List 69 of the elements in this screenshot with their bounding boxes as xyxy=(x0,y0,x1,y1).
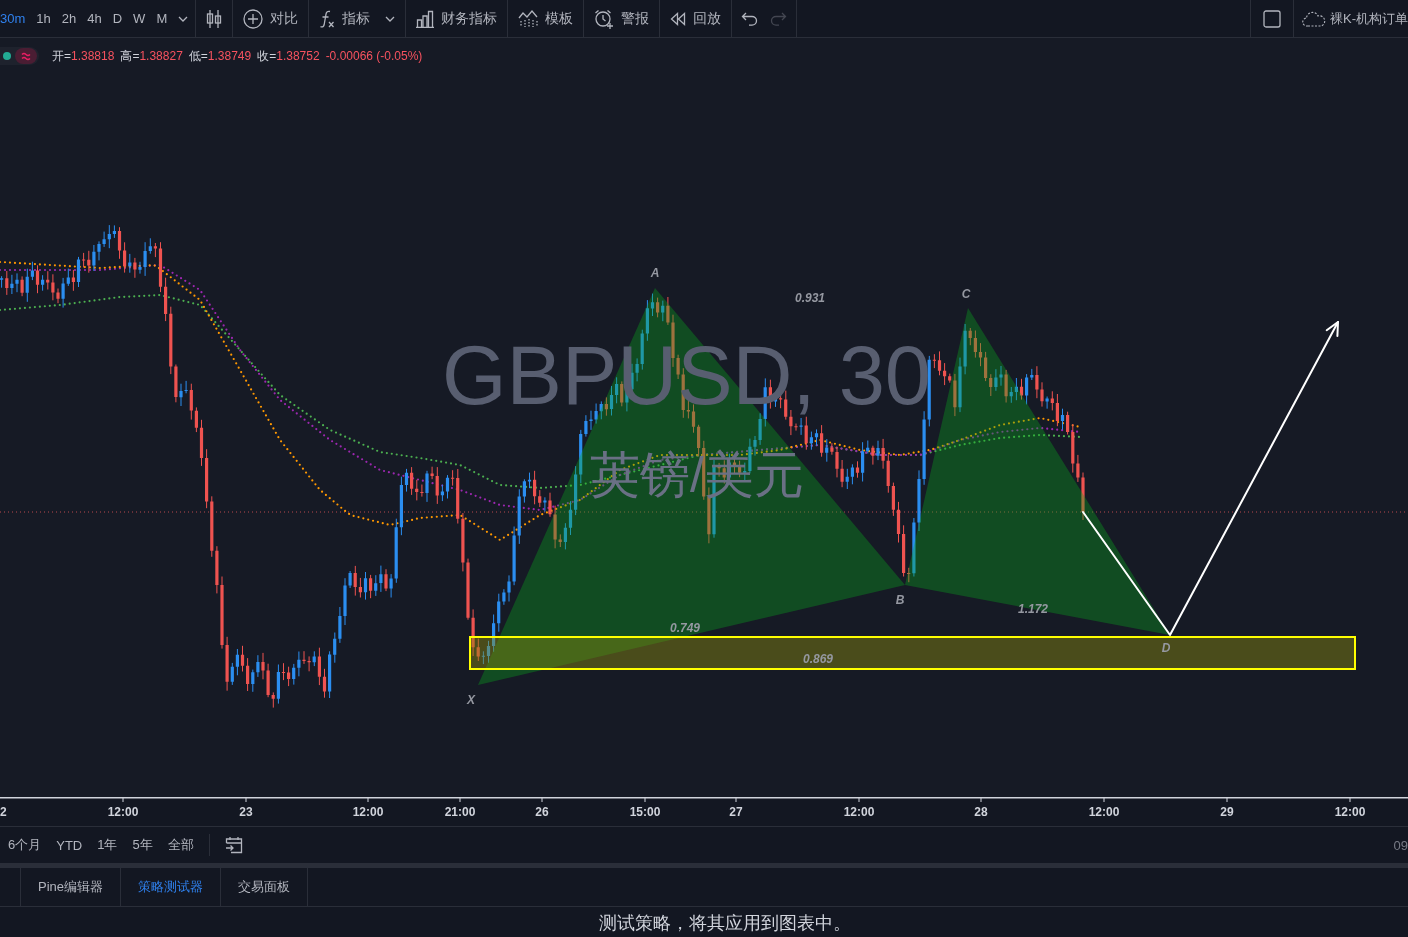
alert-button[interactable]: 警报 xyxy=(584,0,660,37)
legend-value: 1.38749 xyxy=(207,48,252,63)
legend-badge[interactable] xyxy=(0,47,39,65)
legend-label: 收= xyxy=(257,48,277,63)
indicators-button[interactable]: 指标 xyxy=(309,0,406,37)
panel-tab[interactable]: 策略测试器 xyxy=(120,868,221,906)
ratio-label: 0.869 xyxy=(803,652,833,666)
legend-value: 1.38827 xyxy=(139,48,183,63)
pattern-point-label: A xyxy=(650,266,660,280)
pattern-point-label: B xyxy=(895,593,905,607)
interval-button[interactable]: 4h xyxy=(87,10,102,27)
range-button[interactable]: 6个月 xyxy=(8,836,42,854)
legend-value: 1.38752 xyxy=(276,48,320,63)
pattern-point-label: D xyxy=(1161,641,1171,655)
time-axis-label: 12:00 xyxy=(1088,805,1120,819)
interval-button[interactable]: 1h xyxy=(36,10,51,27)
range-button[interactable]: 1年 xyxy=(97,836,118,854)
rewind-icon xyxy=(670,11,687,26)
calendar-icon[interactable] xyxy=(224,836,243,854)
time-axis-label: 23 xyxy=(239,805,253,819)
square-icon[interactable] xyxy=(1263,9,1281,28)
interval-button[interactable]: M xyxy=(156,10,168,27)
legend-label: 高= xyxy=(120,48,140,63)
legend-value: 1.38818 xyxy=(71,48,115,63)
interval-button[interactable]: W xyxy=(133,10,146,27)
time-axis-label: 12:00 xyxy=(1334,805,1366,819)
compare-button[interactable]: 对比 xyxy=(233,0,309,37)
range-button[interactable]: YTD xyxy=(56,837,83,853)
alarm-clock-icon xyxy=(594,8,615,29)
candlestick-icon[interactable] xyxy=(206,8,223,29)
ratio-label: 0.931 xyxy=(795,291,825,305)
undo-icon[interactable] xyxy=(741,11,760,26)
time-axis-label: 12:00 xyxy=(107,805,139,819)
time-axis-label: 12:00 xyxy=(843,805,875,819)
time-axis-label: 2 xyxy=(0,805,7,819)
legend-label: 开= xyxy=(52,48,71,63)
time-axis-label: 12:00 xyxy=(352,805,384,819)
legend-change: -0.00066 (-0.05%) xyxy=(325,49,423,63)
legend-label: 低= xyxy=(188,48,208,63)
time-axis-label: 29 xyxy=(1220,805,1234,819)
range-button[interactable]: 5年 xyxy=(132,836,153,854)
templates-button[interactable]: 模板 xyxy=(508,0,584,37)
panel-message: 测试策略，将其应用到图表中。 xyxy=(599,912,851,934)
pattern-point-label: X xyxy=(467,693,475,707)
plus-circle-icon xyxy=(243,8,264,29)
interval-button[interactable]: 2h xyxy=(61,10,77,27)
time-axis-label: 21:00 xyxy=(444,805,476,819)
layout-button[interactable]: 裸K-机构订单 xyxy=(1302,0,1408,37)
cloud-icon xyxy=(1302,10,1326,27)
interval-button[interactable]: D xyxy=(112,10,123,27)
bar-chart-icon xyxy=(416,9,435,28)
range-button[interactable]: 全部 xyxy=(167,836,194,854)
ratio-label: 0.749 xyxy=(670,621,700,635)
replay-button[interactable]: 回放 xyxy=(660,0,732,37)
panel-tab[interactable]: Pine编辑器 xyxy=(20,868,121,906)
financials-button[interactable]: 财务指标 xyxy=(406,0,508,37)
interval-button[interactable]: 30m xyxy=(0,10,26,27)
time-axis-label: 27 xyxy=(729,805,743,819)
time-axis-label: 15:00 xyxy=(629,805,661,819)
function-icon xyxy=(319,8,336,29)
time-label: 09 xyxy=(1393,837,1408,853)
ratio-label: 1.172 xyxy=(1018,602,1048,616)
time-axis-label: 26 xyxy=(535,805,549,819)
mini-chart-icon xyxy=(518,9,539,28)
approx-icon xyxy=(15,48,37,64)
panel-tab[interactable]: 交易面板 xyxy=(220,868,309,906)
caret-icon[interactable] xyxy=(178,15,189,22)
pattern-point-label: C xyxy=(961,287,971,301)
time-axis-label: 28 xyxy=(974,805,988,819)
